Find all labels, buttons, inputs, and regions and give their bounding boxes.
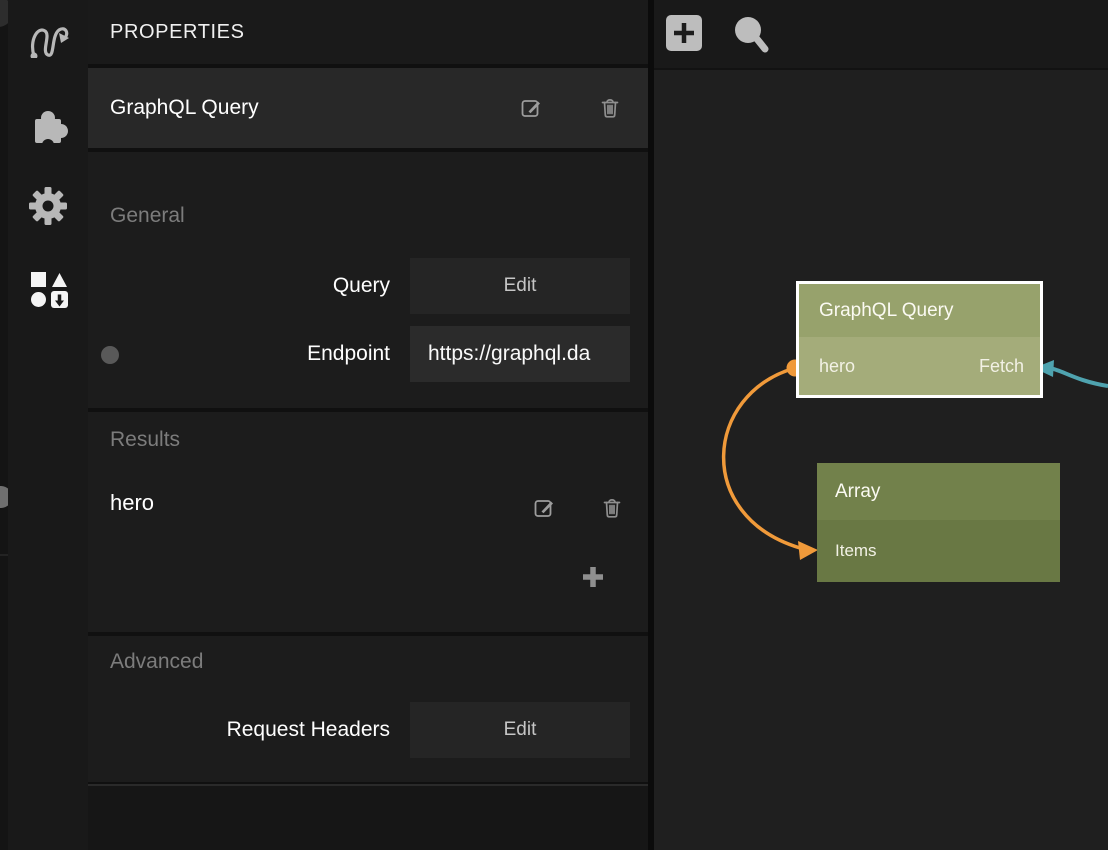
sidebar-item-nodes[interactable] — [26, 14, 70, 58]
properties-header: PROPERTIES — [88, 0, 648, 64]
section-advanced-label: Advanced — [110, 650, 203, 674]
connection-to-fetch[interactable] — [1034, 360, 1108, 386]
edge-divider — [0, 554, 8, 556]
node-graphql-ports: hero Fetch — [799, 337, 1040, 395]
query-edit-button[interactable]: Edit — [410, 258, 630, 314]
port-hero[interactable]: hero — [819, 356, 855, 377]
endpoint-label: Endpoint — [88, 326, 390, 382]
edit-icon — [519, 96, 543, 120]
section-results-label: Results — [110, 428, 180, 452]
gear-icon — [26, 184, 70, 228]
add-result-button[interactable] — [580, 564, 606, 590]
search-button[interactable] — [730, 12, 770, 61]
import-shapes-icon — [26, 268, 70, 312]
port-fetch[interactable]: Fetch — [979, 356, 1024, 377]
properties-panel: PROPERTIES GraphQL Query — [88, 0, 648, 850]
delete-node-button[interactable] — [598, 96, 622, 120]
request-headers-edit-button[interactable]: Edit — [410, 702, 630, 758]
sidebar-item-components[interactable] — [26, 102, 70, 146]
connections-layer — [654, 0, 1108, 850]
section-general: General Query Edit Endpoint https://grap… — [88, 152, 648, 408]
rename-node-button[interactable] — [519, 96, 543, 120]
trash-icon — [600, 496, 624, 520]
node-graphql-query[interactable]: GraphQL Query hero Fetch — [796, 281, 1043, 398]
section-advanced: Advanced Request Headers Edit — [88, 636, 648, 782]
sidebar-item-settings[interactable] — [26, 184, 70, 228]
port-items[interactable]: Items — [835, 541, 877, 561]
trash-icon — [598, 96, 622, 120]
canvas-toolbar — [654, 0, 1108, 70]
add-node-button[interactable] — [666, 15, 702, 56]
section-general-label: General — [110, 204, 185, 228]
window-edge-strip — [0, 0, 8, 850]
node-graphql-header[interactable]: GraphQL Query — [799, 284, 1040, 337]
result-item-label: hero — [110, 490, 154, 516]
node-canvas[interactable]: GraphQL Query hero Fetch Array Items — [654, 0, 1108, 850]
node-array-header[interactable]: Array — [817, 463, 1060, 520]
node-array-ports: Items — [817, 520, 1060, 582]
app-window: PROPERTIES GraphQL Query — [0, 0, 1108, 850]
arrowhead-icon — [798, 541, 818, 560]
sidebar-item-import[interactable] — [26, 268, 70, 312]
plus-icon — [580, 564, 606, 590]
edit-result-button[interactable] — [532, 496, 556, 520]
add-node-icon — [666, 15, 702, 51]
search-icon — [730, 12, 770, 56]
selected-node-row: GraphQL Query — [88, 68, 648, 148]
node-array[interactable]: Array Items — [817, 463, 1060, 582]
request-headers-label: Request Headers — [88, 702, 390, 758]
nodes-icon — [26, 14, 70, 58]
selected-node-title: GraphQL Query — [110, 68, 259, 148]
delete-result-button[interactable] — [600, 496, 624, 520]
section-results: Results hero — [88, 412, 648, 632]
sidebar-icon-rail — [8, 0, 88, 850]
puzzle-icon — [26, 102, 70, 146]
panel-title: PROPERTIES — [110, 0, 245, 64]
query-label: Query — [88, 258, 390, 314]
panel-footer — [88, 784, 648, 850]
endpoint-input[interactable]: https://graphql.da — [410, 326, 630, 382]
edit-icon — [532, 496, 556, 520]
